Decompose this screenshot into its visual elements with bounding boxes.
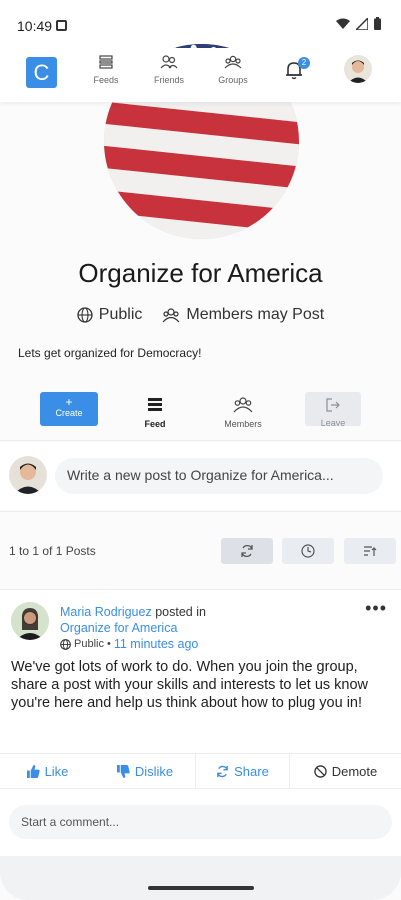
feed-label: Feed (144, 419, 166, 429)
create-label: Create (55, 408, 83, 418)
create-post-button[interactable]: + Create (40, 392, 98, 426)
feed-icon (99, 55, 113, 69)
meta-separator: • (106, 638, 111, 650)
leave-label: Leave (320, 418, 346, 428)
status-bar: 10:49 (0, 0, 401, 48)
refresh-icon (241, 544, 253, 558)
status-icons (336, 17, 381, 30)
share-icon (217, 765, 228, 778)
plus-icon: + (65, 395, 73, 409)
members-icon (162, 308, 180, 323)
like-button[interactable]: Like (0, 754, 95, 789)
post-actions: Like Dislike Share Demote (0, 753, 401, 789)
status-time: 10:49 (17, 18, 53, 34)
nav-feeds-label: Feeds (93, 75, 119, 85)
groups-icon (224, 55, 242, 69)
feed-tab[interactable]: Feed (126, 392, 184, 429)
group-description: Lets get organized for Democracy! (18, 346, 202, 360)
demote-button[interactable]: Demote (290, 754, 401, 789)
clock-icon (301, 544, 315, 558)
thumbs-up-icon (26, 765, 40, 778)
group-visibility: Public (77, 306, 143, 324)
battery-icon (374, 17, 381, 30)
globe-icon (77, 307, 93, 323)
demote-label: Demote (331, 764, 378, 779)
bottom-area (0, 856, 401, 900)
nav-groups[interactable]: Groups (208, 55, 258, 85)
friends-icon (160, 55, 178, 69)
thumbs-down-icon (116, 765, 130, 778)
app-logo[interactable]: C (26, 57, 57, 88)
group-actions: + Create Feed Members Leave (0, 390, 401, 432)
user-avatar[interactable] (344, 55, 372, 83)
posted-in-text: posted in (155, 605, 206, 619)
feed-icon (148, 398, 162, 411)
nav-friends[interactable]: Friends (144, 55, 194, 85)
ban-icon (314, 765, 327, 778)
nav-feeds[interactable]: Feeds (81, 55, 131, 85)
sort-icon (364, 546, 377, 556)
refresh-button[interactable] (221, 538, 273, 564)
home-indicator[interactable] (148, 886, 254, 890)
group-posting-policy: Members may Post (162, 306, 324, 324)
post-author-avatar[interactable] (11, 602, 49, 640)
post-group-link[interactable]: Organize for America (60, 621, 177, 635)
exit-icon (326, 398, 340, 412)
group-meta: Public Members may Post (0, 306, 401, 324)
post-header: Maria Rodriguez posted in Organize for A… (60, 604, 206, 652)
comment-input[interactable]: Start a comment... (9, 805, 392, 839)
members-label: Members (224, 419, 262, 429)
globe-icon (60, 638, 71, 650)
recent-filter-button[interactable] (282, 538, 334, 564)
sort-button[interactable] (344, 538, 396, 564)
group-title: Organize for America (78, 258, 323, 288)
divider (0, 440, 401, 441)
notification-app-icon (56, 20, 67, 31)
nav-friends-label: Friends (153, 75, 184, 85)
post-card: Maria Rodriguez posted in Organize for A… (0, 590, 401, 856)
post-author-link[interactable]: Maria Rodriguez (60, 605, 152, 619)
new-post-input[interactable]: Write a new post to Organize for America… (55, 458, 383, 494)
notification-badge: 2 (298, 57, 310, 69)
dislike-button[interactable]: Dislike (95, 754, 195, 789)
signal-icon (356, 17, 368, 30)
nav-groups-label: Groups (218, 75, 248, 85)
post-visibility: Public (74, 638, 104, 650)
leave-group-button[interactable]: Leave (305, 392, 361, 428)
group-visibility-label: Public (98, 306, 143, 323)
members-tab[interactable]: Members (214, 392, 272, 429)
composer-avatar (9, 456, 47, 494)
post-meta: Public • 11 minutes ago (60, 636, 206, 652)
post-body: We've got lots of work to do. When you j… (11, 659, 369, 711)
posts-count: 1 to 1 of 1 Posts (9, 544, 96, 558)
post-time-link[interactable]: 11 minutes ago (114, 636, 199, 652)
wifi-icon (336, 18, 350, 29)
share-label: Share (234, 764, 269, 779)
posts-toolbar: 1 to 1 of 1 Posts (0, 530, 401, 570)
notifications-button[interactable]: 2 (285, 57, 310, 85)
group-posting-label: Members may Post (186, 306, 325, 323)
like-label: Like (44, 764, 69, 779)
top-navigation: C Feeds Friends Groups 2 (0, 48, 401, 102)
dislike-label: Dislike (134, 764, 174, 779)
post-composer: Write a new post to Organize for America… (0, 442, 401, 510)
members-icon (233, 397, 253, 413)
share-button[interactable]: Share (195, 754, 290, 789)
divider (0, 511, 401, 512)
post-more-menu[interactable]: ••• (365, 598, 387, 619)
